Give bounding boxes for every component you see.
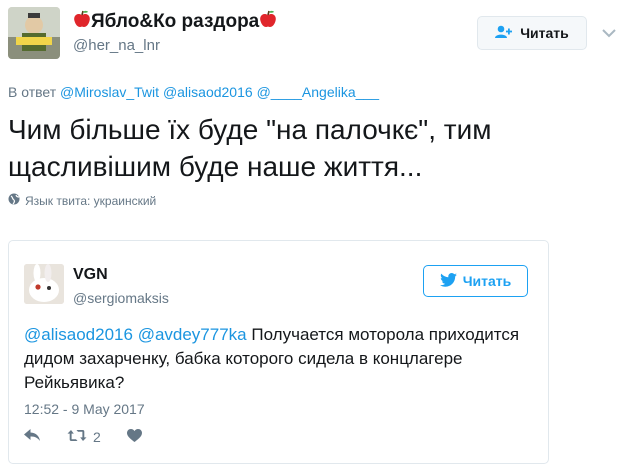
mention-link[interactable]: @alisaod2016 (163, 84, 253, 100)
display-name-text: Ябло&Ко раздора (91, 11, 260, 32)
reply-icon (24, 429, 41, 445)
like-icon (126, 429, 142, 445)
mention-link[interactable]: @____Angelika___ (257, 84, 379, 100)
user-handle[interactable]: @her_na_lnr (73, 37, 160, 54)
quoted-follow-label: Читать (462, 273, 512, 289)
retweet-button[interactable]: 2 (67, 429, 101, 445)
apple-emoji-icon (73, 10, 91, 35)
follow-button-label: Читать (520, 25, 569, 41)
mention-link[interactable]: @avdey777ka (138, 325, 247, 344)
quoted-user-handle[interactable]: @sergiomaksis (73, 290, 169, 306)
quoted-user-avatar[interactable] (24, 264, 64, 304)
tweet-timestamp[interactable]: 12:52 - 9 May 2017 (24, 401, 145, 417)
display-name[interactable]: Ябло&Ко раздора (73, 10, 277, 35)
language-note: Язык твита: украинский (8, 193, 156, 208)
like-button[interactable] (126, 429, 142, 445)
mention-link[interactable]: @Miroslav_Twit (60, 84, 159, 100)
reply-prefix: В ответ (8, 84, 57, 100)
mention-link[interactable]: @alisaod2016 (24, 325, 133, 344)
globe-icon (8, 193, 20, 208)
quoted-display-name[interactable]: VGN (73, 266, 108, 284)
more-menu-button[interactable] (597, 22, 621, 46)
follow-button[interactable]: Читать (477, 16, 587, 50)
retweet-icon (67, 429, 87, 445)
chevron-down-icon (602, 25, 616, 43)
language-note-text: Язык твита: украинский (25, 193, 157, 208)
reply-context: В ответ @Miroslav_Twit @alisaod2016 @___… (8, 84, 379, 100)
retweet-count: 2 (93, 429, 101, 445)
apple-emoji-icon (259, 10, 277, 35)
twitter-bird-icon (439, 272, 457, 290)
tweet-actions: 2 (24, 429, 142, 445)
user-avatar[interactable] (8, 7, 60, 59)
reply-button[interactable] (24, 429, 41, 445)
quoted-tweet-text: @alisaod2016 @avdey777ka Получается мото… (24, 323, 524, 395)
quoted-follow-button[interactable]: Читать (423, 265, 528, 297)
add-user-icon (495, 25, 513, 42)
tweet-text: Чим більше їх буде "на палочкє", тим щас… (8, 114, 492, 182)
